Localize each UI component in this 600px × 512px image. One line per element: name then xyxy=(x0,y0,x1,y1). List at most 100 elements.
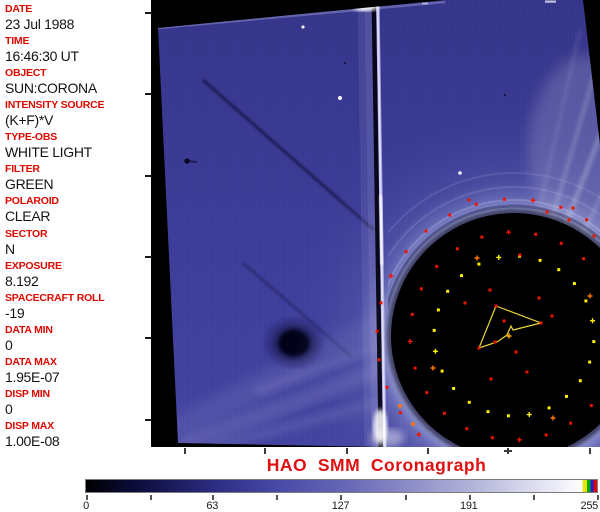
fiducial-dot xyxy=(547,406,551,410)
field-value: 1.95E-07 xyxy=(5,368,60,385)
metadata-field: DATA MIN 0 xyxy=(0,324,151,356)
fiducial-dot xyxy=(480,235,484,239)
fiducial-dot xyxy=(582,257,586,261)
coronagraph-image xyxy=(153,0,600,447)
fiducial-dot xyxy=(425,391,429,395)
prominence-vertex xyxy=(493,340,497,344)
field-value: GREEN xyxy=(5,176,54,193)
fiducial-dot xyxy=(377,358,381,362)
fiducial-dot xyxy=(379,301,383,305)
fiducial-dot xyxy=(559,205,563,209)
fiducial-dot xyxy=(537,296,541,300)
metadata-field: OBJECT SUN:CORONA xyxy=(0,67,151,99)
fiducial-dot xyxy=(584,299,588,303)
metadata-field: TIME 16:46:30 UT xyxy=(0,35,151,67)
fiducial-dot xyxy=(432,328,436,332)
colorbar xyxy=(85,479,598,493)
app-window: DATE 23 Jul 1988 TIME 16:46:30 UT OBJECT SUN:… xyxy=(0,0,600,512)
fiducial-dot xyxy=(502,319,506,323)
fiducial-dot xyxy=(435,264,439,268)
colorbar-minor-tick xyxy=(532,495,535,500)
fiducial-dot xyxy=(525,370,529,374)
colorbar-tick-label: 63 xyxy=(206,500,219,512)
fiducial-dot xyxy=(463,301,467,305)
metadata-field: DATA MAX 1.95E-07 xyxy=(0,356,151,388)
fiducial-dot xyxy=(585,218,589,222)
prominence-vertex xyxy=(477,346,481,350)
fiducial-dot xyxy=(419,287,423,291)
fiducial-dot xyxy=(413,366,417,370)
metadata-field: DISP MAX 1.00E-08 xyxy=(0,420,151,452)
frame-tick-bottom xyxy=(264,448,266,454)
field-value: 23 Jul 1988 xyxy=(5,16,75,32)
metadata-field: SECTOR N xyxy=(0,228,151,260)
field-value: 0 xyxy=(5,400,13,417)
fiducial-dot xyxy=(442,411,446,415)
frame-tick-left xyxy=(145,256,152,258)
colorbar-tick-label: 127 xyxy=(331,500,350,512)
colorbar-tick-label: 255 xyxy=(580,500,599,512)
metadata-field: DISP MIN 0 xyxy=(0,388,151,420)
fiducial-dot xyxy=(490,436,494,440)
fiducial-dot xyxy=(465,427,469,431)
field-value: N xyxy=(5,240,15,257)
image-title: HAO SMM Coronagraph xyxy=(266,455,487,475)
frame-tick-bottom xyxy=(504,448,512,454)
field-label: DATA MIN xyxy=(5,323,53,336)
fiducial-dot xyxy=(559,241,563,245)
fiducial-dot xyxy=(448,213,452,217)
fiducial-dot xyxy=(460,274,464,278)
field-value: 1.00E-08 xyxy=(5,433,60,450)
frame-tick-bottom xyxy=(184,448,186,454)
frame-tick-left xyxy=(145,419,152,421)
fiducial-dot xyxy=(455,247,459,251)
fiducial-dot xyxy=(592,234,596,238)
metadata-field: POLAROID CLEAR xyxy=(0,195,151,227)
field-label: DISP MIN xyxy=(5,387,50,400)
field-label: DATE xyxy=(5,3,33,15)
fiducial-dot xyxy=(440,369,444,373)
colorbar-tick-label: 191 xyxy=(460,500,478,512)
field-value: SUN:CORONA xyxy=(5,80,97,97)
fiducial-dot xyxy=(446,289,450,293)
field-label: DISP MAX xyxy=(5,420,54,433)
metadata-field: DATE 23 Jul 1988 xyxy=(0,3,151,35)
field-label: SECTOR xyxy=(5,227,48,240)
colorbar-minor-tick xyxy=(404,495,407,500)
fiducial-dot xyxy=(538,258,542,262)
fiducial-dot xyxy=(486,410,490,414)
field-label: POLAROID xyxy=(5,195,59,208)
colorbar-minor-tick xyxy=(150,495,153,500)
fiducial-dot xyxy=(569,421,573,425)
field-label: FILTER xyxy=(5,163,40,176)
field-label: TIME xyxy=(5,35,30,48)
fiducial-dot xyxy=(506,414,510,418)
field-label: EXPOSURE xyxy=(5,259,62,272)
field-value: 16:46:30 UT xyxy=(5,48,79,65)
fiducial-dot xyxy=(518,253,522,257)
frame-tick-left xyxy=(145,337,152,339)
field-label: TYPE-OBS xyxy=(5,131,58,144)
prominence-vertex xyxy=(539,321,543,325)
field-value: 8.192 xyxy=(5,272,39,289)
field-value: CLEAR xyxy=(5,208,51,225)
field-value: (K+F)*V xyxy=(5,112,54,129)
fiducial-dot xyxy=(467,400,471,404)
metadata-field: INTENSITY SOURCE (K+F)*V xyxy=(0,99,151,131)
fiducial-dot xyxy=(436,308,440,312)
fiducial-dot xyxy=(545,210,549,214)
frame-tick-bottom xyxy=(427,448,429,454)
fiducial-dot xyxy=(404,250,408,254)
prominence-vertex xyxy=(494,304,498,308)
fiducial-dot xyxy=(477,262,481,266)
fiducial-dot xyxy=(489,377,493,381)
frame-tick-bottom xyxy=(346,448,348,454)
metadata-field: FILTER GREEN xyxy=(0,163,151,195)
fiducial-dot xyxy=(474,202,478,206)
fiducial-dot xyxy=(544,433,548,437)
field-label: INTENSITY SOURCE xyxy=(5,99,105,112)
coronagraph-canvas xyxy=(153,0,600,447)
metadata-field: SPACECRAFT ROLL -19 xyxy=(0,292,151,324)
field-label: OBJECT xyxy=(5,67,47,80)
fiducial-dot xyxy=(514,350,518,354)
